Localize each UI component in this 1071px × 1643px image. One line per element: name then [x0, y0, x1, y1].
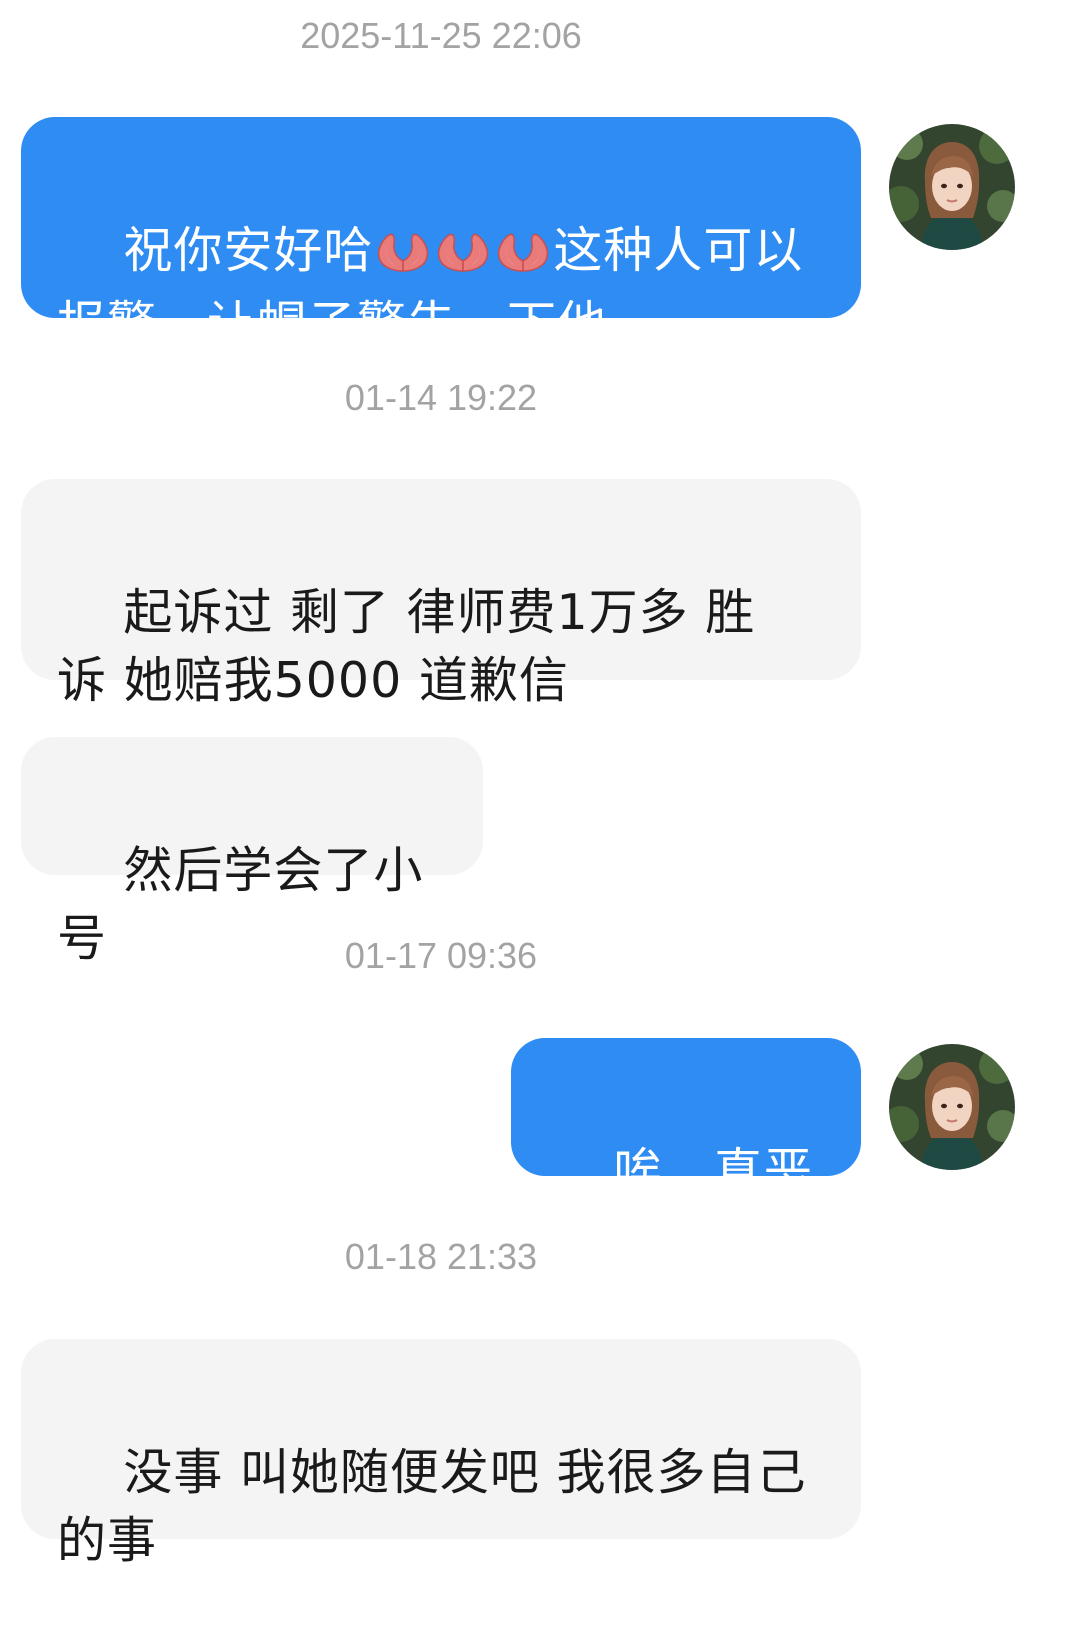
message-text: 祝你安好哈: [123, 222, 374, 279]
outgoing-message-bubble[interactable]: 祝你安好哈 这种人可以报警，让帽子警告一下他: [21, 117, 861, 353]
chat-thread: 2025-11-25 22:06 祝你安好哈 这种人可以报警，让帽子警告一下他 0…: [0, 0, 1071, 1569]
pray-emoji: [373, 223, 433, 291]
timestamp: 01-18 21:33: [344, 1236, 538, 1277]
timestamp: 01-14 19:22: [344, 377, 538, 418]
message-text: 没事 叫她随便发吧 我很多自己的事: [57, 1444, 807, 1569]
message-text: 起诉过 剩了 律师费1万多 胜诉 她赔我5000 道歉信: [57, 584, 756, 709]
incoming-message-bubble[interactable]: 起诉过 剩了 律师费1万多 胜诉 她赔我5000 道歉信: [21, 479, 861, 709]
outgoing-message-bubble[interactable]: 唉，真恶心: [511, 1038, 861, 1268]
pray-emoji: [433, 223, 493, 291]
incoming-message-bubble[interactable]: 然后学会了小号: [21, 737, 483, 967]
user-avatar[interactable]: [889, 1044, 1015, 1170]
incoming-message-bubble[interactable]: 没事 叫她随便发吧 我很多自己的事: [21, 1339, 861, 1569]
user-avatar[interactable]: [889, 124, 1015, 250]
pray-emoji: [493, 223, 553, 291]
timestamp: 2025-11-25 22:06: [300, 15, 582, 56]
timestamp: 01-17 09:36: [344, 935, 538, 976]
